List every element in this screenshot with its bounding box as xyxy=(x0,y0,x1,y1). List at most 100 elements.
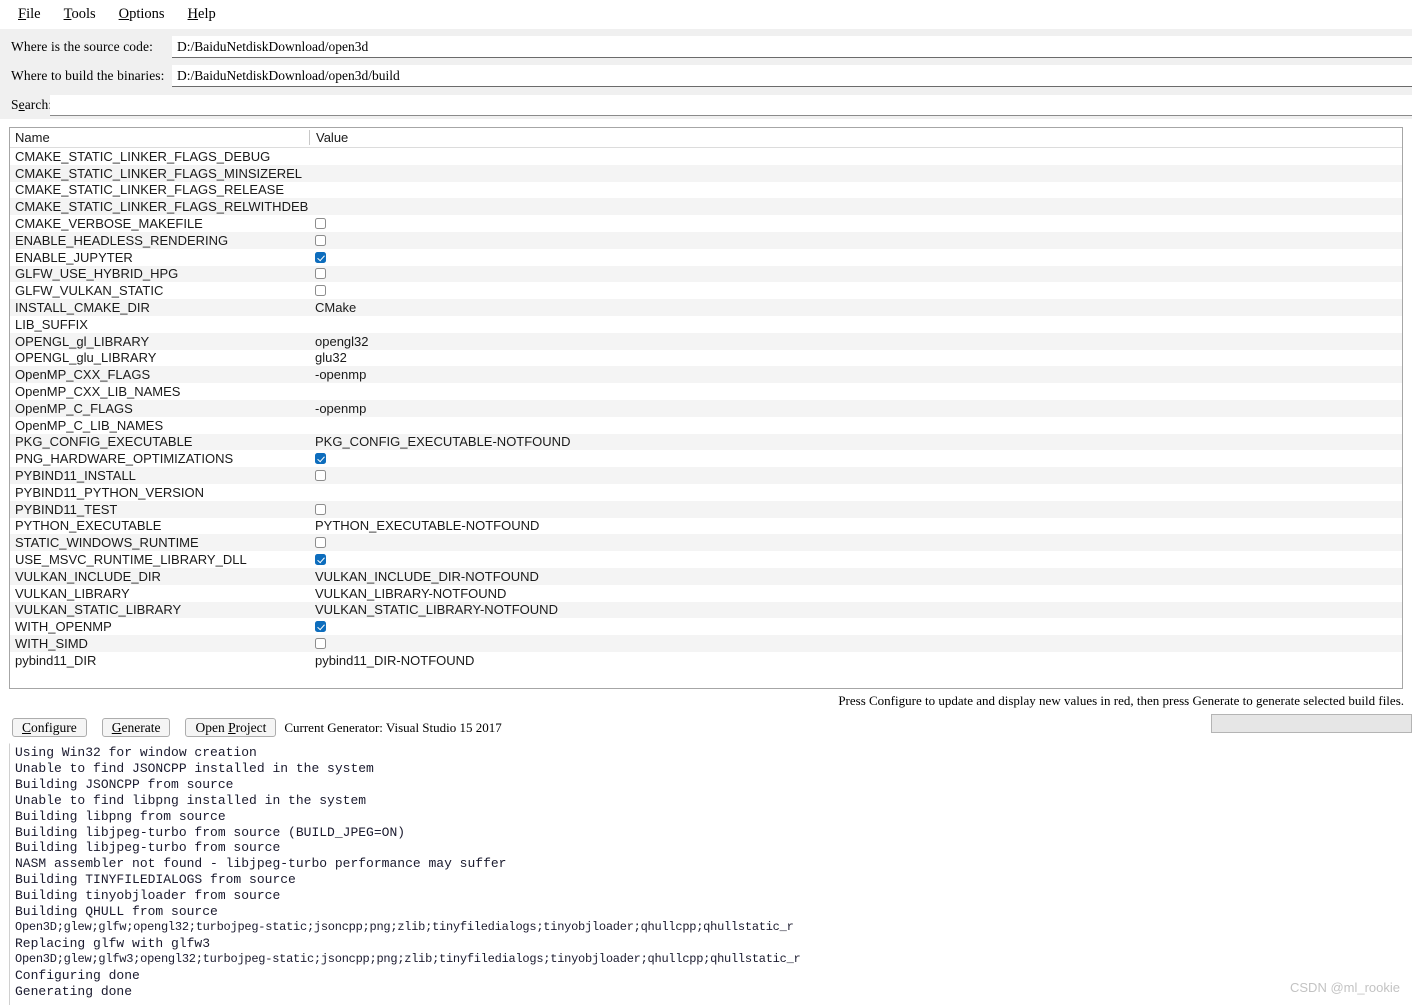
build-binaries-row: Where to build the binaries: D:/BaiduNet… xyxy=(0,63,1412,89)
table-row[interactable]: OPENGL_glu_LIBRARY glu32 xyxy=(10,349,1402,367)
checkbox-unchecked-icon[interactable] xyxy=(315,285,326,297)
table-row[interactable]: ENABLE_JUPYTER xyxy=(10,248,1402,266)
build-binaries-input[interactable]: D:/BaiduNetdiskDownload/open3d/build xyxy=(172,65,1412,87)
cache-variable-value[interactable] xyxy=(309,618,1399,635)
cache-variable-value[interactable] xyxy=(309,316,1399,333)
cache-variable-name: WITH_SIMD xyxy=(15,636,88,651)
table-row[interactable]: PKG_CONFIG_EXECUTABLE PKG_CONFIG_EXECUTAB… xyxy=(10,433,1402,451)
table-row[interactable]: PNG_HARDWARE_OPTIMIZATIONS xyxy=(10,450,1402,468)
menu-options[interactable]: Options xyxy=(108,4,177,25)
table-row[interactable]: CMAKE_STATIC_LINKER_FLAGS_RELWITHDEBINFO xyxy=(10,198,1402,216)
cache-variable-value[interactable]: glu32 xyxy=(309,350,1399,367)
table-row[interactable]: OpenMP_CXX_FLAGS -openmp xyxy=(10,366,1402,384)
cache-variable-name: ENABLE_JUPYTER xyxy=(15,249,133,265)
table-row[interactable]: WITH_SIMD xyxy=(10,635,1402,652)
checkbox-checked-icon[interactable] xyxy=(315,554,326,566)
cache-variable-value[interactable]: VULKAN_INCLUDE_DIR-NOTFOUND xyxy=(309,568,1399,585)
table-row[interactable]: WITH_OPENMP xyxy=(10,618,1402,636)
cache-variable-value[interactable] xyxy=(309,450,1399,467)
cache-variable-value[interactable] xyxy=(309,165,1399,182)
table-row[interactable]: USE_MSVC_RUNTIME_LIBRARY_DLL xyxy=(10,551,1402,568)
cache-variable-name: VULKAN_STATIC_LIBRARY xyxy=(15,602,182,618)
cache-variable-value[interactable] xyxy=(309,635,1399,652)
table-row[interactable]: CMAKE_STATIC_LINKER_FLAGS_DEBUG xyxy=(10,148,1402,165)
cache-variable-value[interactable] xyxy=(309,215,1399,232)
log-line: NASM assembler not found - libjpeg-turbo… xyxy=(15,856,507,872)
cache-variable-name: PKG_CONFIG_EXECUTABLE xyxy=(15,434,193,450)
cache-variable-value[interactable]: -openmp xyxy=(309,366,1399,383)
menu-file[interactable]: File xyxy=(7,4,53,25)
cache-variable-value[interactable]: CMake xyxy=(309,299,1399,316)
table-row[interactable]: GLFW_VULKAN_STATIC xyxy=(10,282,1402,300)
table-row[interactable]: PYBIND11_TEST xyxy=(10,500,1402,518)
search-input[interactable] xyxy=(50,94,1412,116)
cache-variable-value[interactable]: VULKAN_STATIC_LIBRARY-NOTFOUND xyxy=(309,602,1399,619)
cache-variable-value[interactable]: PKG_CONFIG_EXECUTABLE-NOTFOUND xyxy=(309,434,1399,451)
cache-variable-value[interactable] xyxy=(309,182,1399,199)
cache-variable-value[interactable] xyxy=(309,467,1399,484)
table-row[interactable]: OpenMP_C_FLAGS -openmp xyxy=(10,399,1402,417)
generate-button[interactable]: Generate xyxy=(101,718,171,737)
table-row[interactable]: PYTHON_EXECUTABLE PYTHON_EXECUTABLE-NOTFO… xyxy=(10,517,1402,535)
table-row[interactable]: INSTALL_CMAKE_DIR CMake xyxy=(10,299,1402,316)
build-binaries-label: Where to build the binaries: xyxy=(11,68,165,83)
table-row[interactable]: PYBIND11_PYTHON_VERSION xyxy=(10,483,1402,501)
cache-variable-value[interactable]: PYTHON_EXECUTABLE-NOTFOUND xyxy=(309,518,1399,535)
table-row[interactable]: CMAKE_STATIC_LINKER_FLAGS_MINSIZEREL xyxy=(10,164,1402,182)
cache-variable-value[interactable] xyxy=(309,148,1399,165)
checkbox-unchecked-icon[interactable] xyxy=(315,218,326,230)
table-row[interactable]: VULKAN_STATIC_LIBRARY VULKAN_STATIC_LIBRA… xyxy=(10,601,1402,619)
checkbox-unchecked-icon[interactable] xyxy=(315,537,326,549)
checkbox-unchecked-icon[interactable] xyxy=(315,234,326,246)
table-row[interactable]: GLFW_USE_HYBRID_HPG xyxy=(10,265,1402,283)
checkbox-unchecked-icon[interactable] xyxy=(315,638,326,649)
cache-variable-value[interactable] xyxy=(309,249,1399,266)
table-row[interactable]: CMAKE_STATIC_LINKER_FLAGS_RELEASE xyxy=(10,181,1402,199)
checkbox-checked-icon[interactable] xyxy=(315,453,326,465)
cache-variable-value[interactable] xyxy=(309,484,1399,501)
table-header-row: Name Value xyxy=(10,128,1402,148)
cache-variable-value[interactable] xyxy=(309,501,1399,518)
checkbox-unchecked-icon[interactable] xyxy=(315,503,326,515)
checkbox-unchecked-icon[interactable] xyxy=(315,470,326,482)
table-row[interactable]: ENABLE_HEADLESS_RENDERING xyxy=(10,231,1402,249)
table-row[interactable]: VULKAN_INCLUDE_DIR VULKAN_INCLUDE_DIR-NOT… xyxy=(10,567,1402,585)
status-hint-text: Press Configure to update and display ne… xyxy=(838,693,1404,708)
cache-variable-value[interactable] xyxy=(309,534,1399,551)
table-row[interactable]: CMAKE_VERBOSE_MAKEFILE xyxy=(10,215,1402,232)
menu-tools[interactable]: Tools xyxy=(53,4,108,25)
checkbox-unchecked-icon[interactable] xyxy=(315,268,326,280)
cache-variable-value[interactable]: VULKAN_LIBRARY-NOTFOUND xyxy=(309,585,1399,602)
cache-variables-table[interactable]: Name Value CMAKE_STATIC_LINKER_FLAGS_DEB… xyxy=(9,127,1403,689)
table-row[interactable]: pybind11_DIR pybind11_DIR-NOTFOUND xyxy=(10,651,1402,669)
menu-help[interactable]: Help xyxy=(177,4,228,25)
column-header-name[interactable]: Name xyxy=(10,130,309,145)
cache-variable-name: GLFW_USE_HYBRID_HPG xyxy=(15,266,179,282)
log-output-panel[interactable]: Using Win32 for window creation Unable to… xyxy=(9,743,1412,1005)
cache-variable-value[interactable]: opengl32 xyxy=(309,333,1399,350)
cache-variable-value[interactable] xyxy=(309,551,1399,568)
open-project-button[interactable]: Open Project xyxy=(185,718,277,737)
cache-variable-value[interactable] xyxy=(309,232,1399,249)
cache-variable-value[interactable] xyxy=(309,282,1399,299)
cache-variable-value[interactable] xyxy=(309,266,1399,283)
checkbox-checked-icon[interactable] xyxy=(315,251,326,263)
cache-variable-value[interactable] xyxy=(309,198,1399,215)
cache-variable-value[interactable] xyxy=(309,417,1399,434)
checkbox-checked-icon[interactable] xyxy=(315,621,326,633)
cache-variable-value[interactable]: pybind11_DIR-NOTFOUND xyxy=(309,652,1399,669)
table-row[interactable]: PYBIND11_INSTALL xyxy=(10,467,1402,484)
cache-variable-name: pybind11_DIR xyxy=(15,652,97,668)
cache-variable-value[interactable]: -openmp xyxy=(309,400,1399,417)
table-row[interactable]: OpenMP_C_LIB_NAMES xyxy=(10,416,1402,434)
source-code-input[interactable]: D:/BaiduNetdiskDownload/open3d xyxy=(172,36,1412,58)
table-row[interactable]: LIB_SUFFIX xyxy=(10,315,1402,333)
column-header-value[interactable]: Value xyxy=(309,130,1399,145)
table-row[interactable]: OPENGL_gl_LIBRARY opengl32 xyxy=(10,332,1402,350)
configure-button[interactable]: Configure xyxy=(12,718,87,737)
cache-variable-value[interactable] xyxy=(309,383,1399,400)
cache-variable-name: WITH_OPENMP xyxy=(15,619,112,635)
table-row[interactable]: OpenMP_CXX_LIB_NAMES xyxy=(10,383,1402,400)
table-row[interactable]: VULKAN_LIBRARY VULKAN_LIBRARY-NOTFOUND xyxy=(10,584,1402,602)
table-row[interactable]: STATIC_WINDOWS_RUNTIME xyxy=(10,534,1402,552)
